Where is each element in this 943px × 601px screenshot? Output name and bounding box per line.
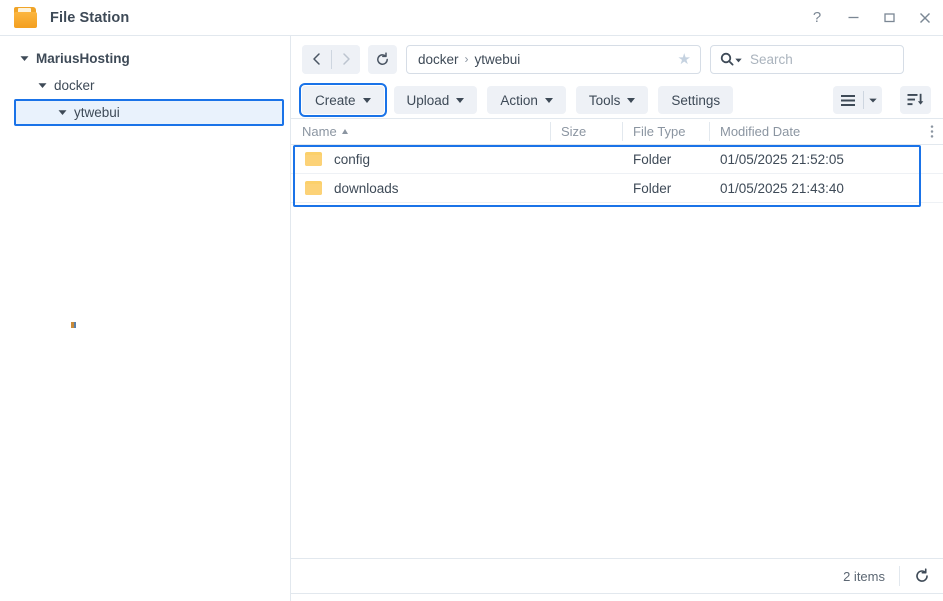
sort-ascending-icon	[341, 129, 348, 134]
settings-button-label: Settings	[671, 92, 721, 108]
column-header-modified-date[interactable]: Modified Date	[709, 118, 921, 145]
tools-button-label: Tools	[588, 92, 621, 108]
breadcrumb-part-0[interactable]: docker	[418, 52, 459, 67]
folder-icon	[14, 6, 38, 29]
chevron-left-icon[interactable]	[302, 44, 331, 74]
create-button[interactable]: Create	[299, 83, 387, 117]
breadcrumb[interactable]: docker › ytwebui ★	[406, 44, 701, 74]
table-row[interactable]: downloads Folder 01/05/2025 21:43:40	[291, 174, 943, 203]
window-body: MariusHosting docker ytwebui docker › yt…	[0, 36, 943, 601]
sidebar-tree: MariusHosting docker ytwebui	[0, 36, 291, 601]
title-bar: File Station ?	[0, 0, 943, 36]
chevron-down-icon[interactable]	[863, 86, 882, 114]
file-station-window: File Station ? MariusHosting docker ytwe…	[0, 0, 943, 601]
row-modified-date-cell: 01/05/2025 21:43:40	[720, 180, 844, 196]
file-list: Name Size File Type Modified Date config…	[291, 118, 943, 601]
chevron-down-icon	[627, 97, 636, 103]
star-icon[interactable]: ★	[675, 52, 694, 67]
sidebar-item-label: ytwebui	[74, 105, 120, 120]
action-button[interactable]: Action	[487, 86, 566, 114]
cursor-artifact	[71, 322, 76, 328]
column-header-name-label: Name	[302, 124, 337, 139]
sidebar-item-label: docker	[54, 78, 95, 93]
settings-button[interactable]: Settings	[658, 86, 734, 114]
chevron-down-icon[interactable]	[56, 109, 69, 116]
status-divider	[899, 566, 900, 586]
chevron-down-icon	[362, 97, 371, 103]
row-file-type-cell: Folder	[633, 151, 672, 167]
chevron-right-icon[interactable]	[331, 44, 360, 74]
more-vertical-icon[interactable]	[921, 124, 943, 139]
chevron-down-icon[interactable]	[18, 55, 31, 62]
upload-button[interactable]: Upload	[393, 86, 478, 114]
search-box[interactable]	[710, 44, 904, 74]
row-size-cell	[550, 174, 622, 203]
tools-button[interactable]: Tools	[575, 86, 649, 114]
close-icon[interactable]	[907, 0, 943, 36]
chevron-down-icon	[456, 97, 465, 103]
chevron-down-icon[interactable]	[735, 50, 742, 68]
action-button-label: Action	[500, 92, 538, 108]
window-controls: ?	[799, 0, 943, 36]
folder-icon	[305, 152, 322, 166]
refresh-icon[interactable]	[914, 568, 930, 584]
main-panel: docker › ytwebui ★ C	[291, 36, 943, 601]
navigation-bar: docker › ytwebui ★	[291, 36, 943, 82]
action-toolbar: Create Upload Action Tools Settings	[291, 82, 943, 118]
sidebar-item-mariushosting[interactable]: MariusHosting	[0, 45, 290, 72]
column-header-size[interactable]: Size	[550, 118, 622, 145]
column-header-file-type[interactable]: File Type	[622, 118, 709, 145]
sort-descending-icon[interactable]	[900, 86, 931, 114]
row-name-label: config	[334, 151, 371, 167]
chevron-down-icon[interactable]	[36, 82, 49, 89]
app-title: File Station	[50, 9, 130, 26]
item-count-label: 2 items	[843, 568, 885, 584]
breadcrumb-part-1[interactable]: ytwebui	[475, 52, 521, 67]
row-name-label: downloads	[334, 180, 399, 196]
row-modified-date-cell: 01/05/2025 21:52:05	[720, 151, 844, 167]
sidebar-item-ytwebui[interactable]: ytwebui	[14, 99, 284, 126]
minimize-icon[interactable]	[835, 0, 871, 36]
chevron-down-icon	[544, 97, 553, 103]
create-button-label: Create	[315, 92, 356, 108]
maximize-icon[interactable]	[871, 0, 907, 36]
list-view-icon[interactable]	[833, 86, 863, 114]
help-icon[interactable]: ?	[799, 0, 835, 36]
refresh-icon[interactable]	[368, 44, 397, 74]
file-list-header: Name Size File Type Modified Date	[291, 118, 943, 145]
search-input[interactable]	[748, 50, 895, 68]
file-rows-container: config Folder 01/05/2025 21:52:05 downlo…	[291, 145, 943, 558]
search-icon[interactable]	[720, 52, 734, 66]
column-header-size-label: Size	[561, 124, 587, 139]
row-file-type-cell: Folder	[633, 180, 672, 196]
nav-history-group	[302, 44, 360, 74]
column-header-file-type-label: File Type	[633, 124, 686, 139]
row-name-cell: downloads	[291, 174, 550, 203]
sidebar-item-docker[interactable]: docker	[0, 72, 290, 99]
row-size-cell	[550, 145, 622, 174]
row-name-cell: config	[291, 145, 550, 174]
column-header-modified-date-label: Modified Date	[720, 124, 801, 139]
breadcrumb-separator: ›	[464, 52, 469, 66]
status-bar: 2 items	[291, 558, 943, 594]
below-status-filler	[291, 594, 943, 601]
upload-button-label: Upload	[406, 92, 450, 108]
column-header-name[interactable]: Name	[291, 118, 550, 145]
sidebar-item-label: MariusHosting	[36, 51, 130, 66]
table-row[interactable]: config Folder 01/05/2025 21:52:05	[291, 145, 943, 174]
folder-icon	[305, 181, 322, 195]
view-mode-group	[833, 86, 882, 114]
